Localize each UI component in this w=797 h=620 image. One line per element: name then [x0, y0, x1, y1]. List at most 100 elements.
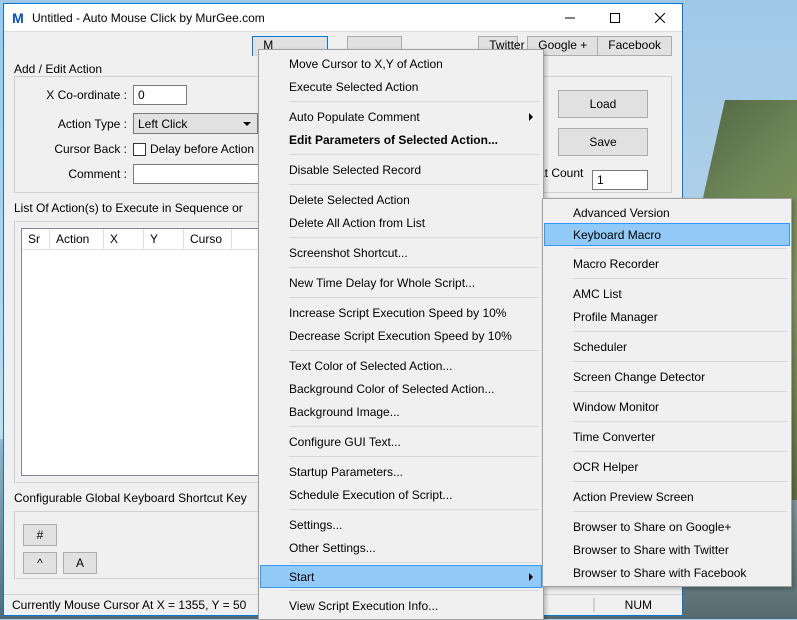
start-menu-separator — [573, 451, 787, 452]
context-menu-main[interactable]: Move Cursor to X,Y of Action Execute Sele… — [258, 49, 544, 620]
start-menu-separator — [573, 421, 787, 422]
main-menu-item[interactable]: Decrease Script Execution Speed by 10% — [261, 324, 541, 347]
main-menu-item[interactable]: Move Cursor to X,Y of Action — [261, 52, 541, 75]
main-menu-separator — [289, 237, 539, 238]
menu-item-label: Edit Parameters of Selected Action... — [289, 133, 498, 147]
repeat-count-input[interactable] — [592, 170, 648, 190]
col-x[interactable]: X — [104, 229, 144, 249]
menu-item-label: Profile Manager — [573, 310, 658, 324]
main-menu-item[interactable]: Start — [260, 565, 542, 588]
main-menu-item[interactable]: Text Color of Selected Action... — [261, 354, 541, 377]
menu-item-label: Configure GUI Text... — [289, 435, 401, 449]
main-menu-item[interactable]: Screenshot Shortcut... — [261, 241, 541, 264]
caret-button[interactable]: ^ — [23, 552, 57, 574]
main-menu-item[interactable]: Startup Parameters... — [261, 460, 541, 483]
main-menu-item[interactable]: New Time Delay for Whole Script... — [261, 271, 541, 294]
start-menu-item[interactable]: Browser to Share with Facebook — [545, 561, 789, 584]
menu-item-label: Auto Populate Comment — [289, 110, 420, 124]
menu-item-label: Scheduler — [573, 340, 627, 354]
main-menu-separator — [289, 426, 539, 427]
main-menu-item[interactable]: Disable Selected Record — [261, 158, 541, 181]
menu-item-label: Screen Change Detector — [573, 370, 705, 384]
main-menu-item[interactable]: Edit Parameters of Selected Action... — [261, 128, 541, 151]
start-menu-separator — [573, 511, 787, 512]
save-button[interactable]: Save — [558, 128, 648, 156]
menu-item-label: Keyboard Macro — [573, 228, 661, 242]
maximize-button[interactable] — [592, 4, 637, 32]
minimize-button[interactable] — [547, 4, 592, 32]
col-curso[interactable]: Curso — [184, 229, 232, 249]
col-y[interactable]: Y — [144, 229, 184, 249]
context-menu-start[interactable]: Advanced Version Keyboard Macro Macro Reco… — [542, 198, 792, 587]
start-menu-separator — [573, 361, 787, 362]
main-menu-separator — [289, 590, 539, 591]
start-menu-item[interactable]: Keyboard Macro — [544, 223, 790, 246]
main-menu-item[interactable]: Delete Selected Action — [261, 188, 541, 211]
main-menu-separator — [289, 184, 539, 185]
main-menu-item[interactable]: Settings... — [261, 513, 541, 536]
start-menu-item[interactable]: Advanced Version — [545, 201, 789, 224]
col-sr[interactable]: Sr — [22, 229, 50, 249]
start-menu-item[interactable]: AMC List — [545, 282, 789, 305]
close-button[interactable] — [637, 4, 682, 32]
load-button[interactable]: Load — [558, 90, 648, 118]
menu-item-label: AMC List — [573, 287, 622, 301]
main-menu-separator — [289, 267, 539, 268]
main-menu-separator — [289, 350, 539, 351]
menu-item-label: Macro Recorder — [573, 257, 659, 271]
start-menu-item[interactable]: Macro Recorder — [545, 252, 789, 275]
app-icon: M — [10, 10, 26, 26]
menu-item-label: Screenshot Shortcut... — [289, 246, 408, 260]
a-button[interactable]: A — [63, 552, 97, 574]
menu-item-label: Action Preview Screen — [573, 490, 694, 504]
menu-item-label: Delete Selected Action — [289, 193, 410, 207]
action-type-combo[interactable]: Left Click — [133, 113, 258, 134]
start-menu-item[interactable]: Browser to Share on Google+ — [545, 515, 789, 538]
main-menu-item[interactable]: View Script Execution Info... — [261, 594, 541, 617]
chevron-right-icon — [529, 573, 533, 581]
start-menu-item[interactable]: Time Converter — [545, 425, 789, 448]
menu-item-label: Move Cursor to X,Y of Action — [289, 57, 443, 71]
main-menu-separator — [289, 154, 539, 155]
tab-facebook[interactable]: Facebook — [597, 36, 672, 56]
menu-item-label: OCR Helper — [573, 460, 638, 474]
menu-item-label: Schedule Execution of Script... — [289, 488, 452, 502]
start-menu-item[interactable]: Window Monitor — [545, 395, 789, 418]
menu-item-label: Other Settings... — [289, 541, 376, 555]
menu-item-label: Time Converter — [573, 430, 655, 444]
main-menu-item[interactable]: Schedule Execution of Script... — [261, 483, 541, 506]
start-menu-item[interactable]: OCR Helper — [545, 455, 789, 478]
titlebar[interactable]: M Untitled - Auto Mouse Click by MurGee.… — [4, 4, 682, 32]
start-menu-item[interactable]: Action Preview Screen — [545, 485, 789, 508]
main-menu-separator — [289, 562, 539, 563]
main-menu-item[interactable]: Execute Selected Action — [261, 75, 541, 98]
window-title: Untitled - Auto Mouse Click by MurGee.co… — [32, 11, 547, 25]
xcoord-label: X Co-ordinate : — [23, 88, 133, 102]
main-menu-separator — [289, 297, 539, 298]
comment-label: Comment : — [23, 167, 133, 181]
main-menu-item[interactable]: Delete All Action from List — [261, 211, 541, 234]
start-menu-item[interactable]: Profile Manager — [545, 305, 789, 328]
start-menu-item[interactable]: Scheduler — [545, 335, 789, 358]
menu-item-label: Advanced Version — [573, 206, 670, 220]
menu-item-label: Startup Parameters... — [289, 465, 403, 479]
menu-item-label: View Script Execution Info... — [289, 599, 438, 613]
main-menu-item[interactable]: Other Settings... — [261, 536, 541, 559]
start-menu-item[interactable]: Browser to Share with Twitter — [545, 538, 789, 561]
repeat-count-label: at Count : — [538, 166, 588, 194]
start-menu-item[interactable]: Screen Change Detector — [545, 365, 789, 388]
col-action[interactable]: Action — [50, 229, 104, 249]
main-menu-item[interactable]: Auto Populate Comment — [261, 105, 541, 128]
xcoord-input[interactable] — [133, 85, 187, 105]
main-menu-item[interactable]: Configure GUI Text... — [261, 430, 541, 453]
cursor-back-checkbox[interactable] — [133, 143, 146, 156]
hash-button[interactable]: # — [23, 524, 57, 546]
main-menu-item[interactable]: Background Color of Selected Action... — [261, 377, 541, 400]
main-menu-item[interactable]: Increase Script Execution Speed by 10% — [261, 301, 541, 324]
menu-item-label: Delete All Action from List — [289, 216, 425, 230]
menu-item-label: Start — [289, 570, 314, 584]
status-num: NUM — [594, 598, 682, 612]
cursor-back-label: Cursor Back : — [23, 142, 133, 156]
main-menu-item[interactable]: Background Image... — [261, 400, 541, 423]
menu-item-label: Decrease Script Execution Speed by 10% — [289, 329, 512, 343]
